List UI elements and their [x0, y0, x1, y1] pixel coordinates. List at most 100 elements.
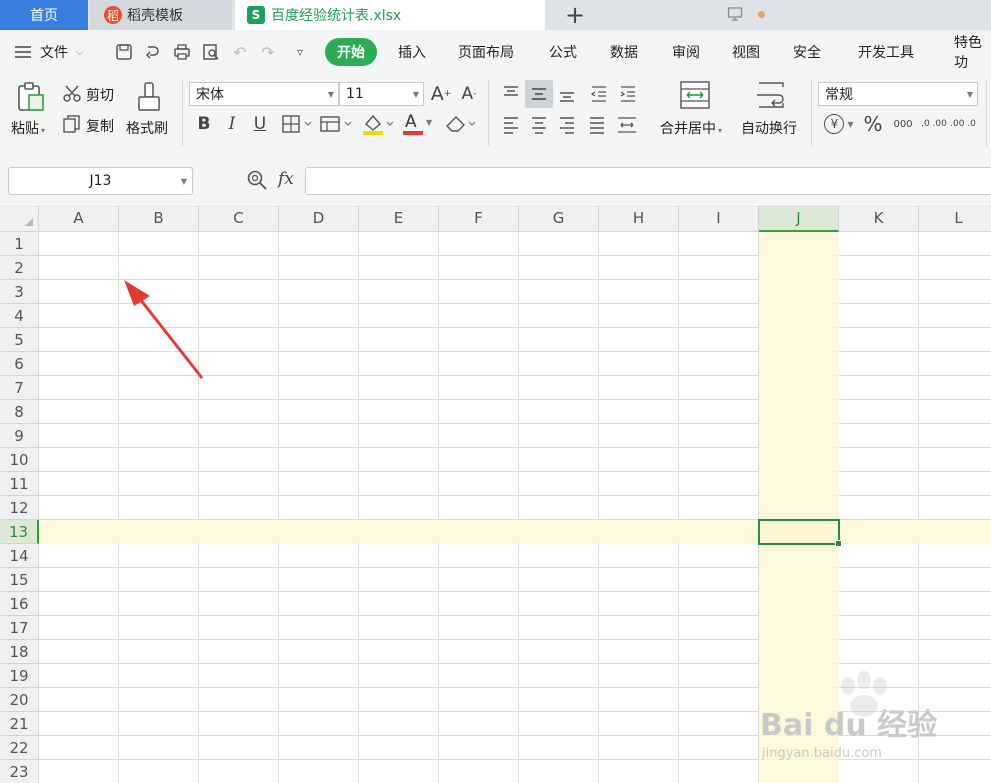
paste-label: 粘贴: [11, 121, 39, 137]
menu-item-view[interactable]: 视图: [732, 38, 760, 66]
ribbon-toolbar: 粘贴 ▾ 剪切 复制 格式刷 宋体 ▼ 11 ▼ A + A- B I U A ▼: [0, 74, 991, 153]
grow-font-glyph: A: [430, 83, 444, 105]
font-color-swatch: [403, 131, 423, 135]
merge-center-button[interactable]: 合并居中 ▾: [660, 118, 722, 138]
merge-center-label: 合并居中: [660, 121, 716, 137]
align-bottom-icon[interactable]: [556, 83, 578, 105]
font-size-value: 11: [346, 86, 364, 102]
tab-template-label: 稻壳模板: [127, 8, 183, 24]
tab-template[interactable]: 稻 稻壳模板: [90, 0, 232, 30]
align-right-icon[interactable]: [556, 114, 578, 136]
percent-icon[interactable]: %: [862, 112, 884, 136]
tab-home-label: 首页: [30, 8, 58, 24]
chevron-down-icon: ▼: [412, 90, 419, 99]
font-size-select[interactable]: 11 ▼: [339, 82, 424, 106]
tab-file-label: 百度经验统计表.xlsx: [271, 8, 402, 24]
redo-icon[interactable]: ↷: [258, 42, 278, 62]
copy-icon[interactable]: [62, 114, 82, 134]
increase-font-size-icon[interactable]: A +: [430, 82, 452, 106]
decrease-decimal-icon[interactable]: .00 .0: [950, 112, 976, 136]
menu-item-insert[interactable]: 插入: [398, 38, 426, 66]
wrap-text-button[interactable]: 自动换行: [741, 118, 797, 138]
justify-icon[interactable]: [586, 114, 608, 136]
ribbon-divider: [182, 80, 183, 146]
menu-bar: 文件 ⌵ ↶ ↷ ▿ 开始 插入 页面布局 公式 数据 审阅 视图 安全 开发工…: [0, 30, 991, 74]
italic-button[interactable]: I: [222, 112, 242, 136]
font-color-icon[interactable]: A ▼: [402, 112, 436, 136]
thousands-separator-icon[interactable]: 000: [890, 112, 916, 136]
borders-icon[interactable]: [281, 114, 313, 134]
insert-function-button[interactable]: fx: [278, 169, 294, 189]
formula-bar: J13 ▼ fx: [0, 152, 991, 204]
ribbon-divider: [811, 80, 812, 146]
menu-item-data[interactable]: 数据: [610, 38, 638, 66]
tab-home[interactable]: 首页: [0, 0, 88, 30]
font-name-select[interactable]: 宋体 ▼: [189, 82, 339, 106]
merge-center-icon[interactable]: [678, 80, 712, 110]
customize-quick-access-icon[interactable]: ▿: [290, 42, 310, 62]
chevron-down-icon: ⌵: [76, 46, 84, 58]
formula-input[interactable]: [305, 167, 991, 195]
chevron-down-icon: ▼: [327, 90, 334, 99]
cell-reference-value: J13: [89, 173, 112, 189]
align-center-icon[interactable]: [528, 114, 550, 136]
scissors-icon[interactable]: [62, 84, 82, 104]
currency-glyph: ¥: [824, 114, 845, 134]
file-menu-label: 文件: [40, 45, 68, 61]
paste-icon[interactable]: [14, 80, 48, 114]
hamburger-icon: [15, 46, 31, 58]
tab-bar: 首页 稻 稻壳模板 S 百度经验统计表.xlsx +: [0, 0, 991, 30]
cut-button[interactable]: 剪切: [86, 85, 114, 105]
menu-item-start[interactable]: 开始: [325, 38, 377, 66]
format-painter-icon[interactable]: [134, 80, 164, 114]
wrap-text-icon[interactable]: [754, 80, 788, 110]
font-name-value: 宋体: [196, 87, 224, 103]
monitor-icon[interactable]: [727, 6, 743, 22]
tab-spreadsheet-file[interactable]: S 百度经验统计表.xlsx: [235, 0, 765, 30]
font-color-glyph: A: [405, 112, 417, 132]
find-icon[interactable]: [246, 169, 268, 191]
number-format-select[interactable]: 常规 ▼: [818, 82, 978, 106]
paste-button[interactable]: 粘贴 ▾: [11, 118, 45, 138]
unsaved-dot-icon: [758, 11, 765, 18]
distribute-icon[interactable]: [615, 114, 639, 136]
decrease-indent-icon[interactable]: [588, 83, 610, 105]
baidu-watermark-url: jingyan.baidu.com: [762, 746, 882, 761]
underline-button[interactable]: U: [250, 112, 270, 136]
save-icon[interactable]: [114, 42, 134, 62]
chevron-down-icon: ▼: [426, 118, 433, 127]
chevron-down-icon: ▼: [966, 90, 973, 99]
undo-icon[interactable]: ↶: [230, 42, 250, 62]
file-menu[interactable]: 文件 ⌵: [14, 38, 84, 66]
menu-item-page-layout[interactable]: 页面布局: [458, 38, 514, 66]
menu-item-review[interactable]: 审阅: [672, 38, 700, 66]
increase-indent-icon[interactable]: [617, 83, 639, 105]
share-icon[interactable]: [143, 42, 163, 62]
align-left-icon[interactable]: [500, 114, 522, 136]
menu-item-features[interactable]: 特色功: [954, 35, 991, 71]
spreadsheet-icon: S: [247, 6, 265, 24]
name-box[interactable]: J13 ▼: [8, 167, 193, 195]
print-preview-icon[interactable]: [201, 42, 221, 62]
print-icon[interactable]: [172, 42, 192, 62]
ribbon-divider: [488, 80, 489, 146]
menu-item-formulas[interactable]: 公式: [549, 38, 577, 66]
daoke-logo-icon: 稻: [104, 6, 122, 24]
increase-decimal-icon[interactable]: .0 .00: [921, 112, 947, 136]
copy-button[interactable]: 复制: [86, 116, 114, 136]
cell-style-icon[interactable]: [319, 114, 353, 134]
clear-format-icon[interactable]: [443, 112, 479, 136]
bold-button[interactable]: B: [194, 112, 214, 136]
decrease-font-size-icon[interactable]: A-: [458, 82, 480, 106]
ribbon-divider: [986, 80, 987, 146]
menu-item-security[interactable]: 安全: [793, 38, 821, 66]
number-format-value: 常规: [825, 87, 853, 103]
menu-item-developer[interactable]: 开发工具: [858, 38, 914, 66]
shrink-font-glyph: A: [461, 84, 474, 104]
new-tab-button[interactable]: +: [558, 0, 592, 30]
align-top-icon[interactable]: [500, 83, 522, 105]
format-painter-button[interactable]: 格式刷: [126, 118, 168, 138]
currency-icon[interactable]: ¥ ▼: [822, 112, 856, 136]
fill-color-icon[interactable]: [361, 112, 395, 136]
align-middle-icon[interactable]: [528, 83, 550, 105]
